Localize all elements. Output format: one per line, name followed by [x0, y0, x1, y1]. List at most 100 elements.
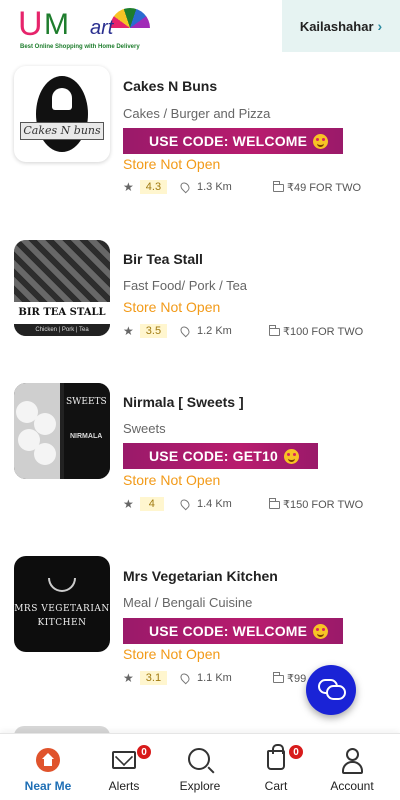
distance-value: 1.3 Km — [197, 181, 232, 193]
store-thumbnail[interactable]: MRS VEGETARIAN KITCHEN — [14, 556, 110, 652]
nav-label: Alerts — [108, 779, 140, 793]
distance: 1.2 Km — [178, 324, 232, 338]
price-value: ₹100 FOR TWO — [283, 326, 364, 338]
coupon-banner[interactable]: USE CODE: WELCOME — [123, 128, 343, 154]
sweets-photo — [14, 383, 60, 479]
star-icon: ★ — [123, 180, 134, 194]
location-pin-icon — [178, 324, 192, 338]
coupon-text: USE CODE: WELCOME — [149, 133, 308, 149]
location-label: Kailashahar — [299, 18, 374, 34]
rating-value: 3.1 — [139, 671, 168, 685]
distance-value: 1.1 Km — [197, 672, 232, 684]
home-icon — [36, 748, 60, 772]
thumb-sublabel: Chicken | Pork | Tea — [14, 324, 110, 336]
store-thumbnail[interactable]: BIR TEA STALL Chicken | Pork | Tea — [14, 240, 110, 336]
alerts-badge: 0 — [136, 744, 152, 760]
store-meta: ★ 3.5 1.2 Km ₹100 FOR TWO — [123, 324, 373, 342]
store-status: Store Not Open — [123, 156, 221, 172]
thumb-sublabel: KITCHEN — [37, 618, 87, 628]
store-category: Meal / Bengali Cuisine — [123, 595, 253, 610]
store-meta: ★ 4 1.4 Km ₹150 FOR TWO — [123, 497, 373, 515]
thumb-label: MRS VEGETARIAN — [14, 604, 110, 614]
food-photo — [14, 240, 110, 302]
star-struck-emoji-icon — [284, 448, 300, 464]
nav-account[interactable]: Account — [312, 734, 392, 800]
rating-value: 4 — [139, 497, 164, 511]
nav-label: Explore — [179, 779, 221, 793]
price: ₹150 FOR TWO — [269, 497, 364, 511]
coupon-banner[interactable]: USE CODE: WELCOME — [123, 618, 343, 644]
rating: ★ 3.1 — [123, 671, 168, 685]
thumb-label: SWEETS — [66, 397, 107, 407]
coupon-banner[interactable]: USE CODE: GET10 — [123, 443, 318, 469]
app-header: U M art Best Online Shopping with Home D… — [0, 0, 400, 58]
store-status: Store Not Open — [123, 472, 221, 488]
store-name[interactable]: Cakes N Buns — [123, 78, 217, 94]
store-name[interactable]: Nirmala [ Sweets ] — [123, 394, 244, 410]
shopping-bag-icon — [267, 744, 285, 770]
user-icon — [340, 748, 364, 774]
location-pin-icon — [178, 180, 192, 194]
umart-logo[interactable]: U M art Best Online Shopping with Home D… — [18, 6, 168, 52]
store-name[interactable]: Bir Tea Stall — [123, 251, 203, 267]
chat-bubble-icon — [326, 685, 346, 700]
star-struck-emoji-icon — [313, 623, 329, 639]
store-category: Sweets — [123, 421, 166, 436]
store-thumbnail[interactable]: SWEETS NIRMALA — [14, 383, 110, 479]
rating-value: 3.5 — [139, 324, 168, 338]
distance: 1.3 Km — [178, 180, 232, 194]
cupcake-icon — [52, 88, 72, 110]
rating-value: 4.3 — [139, 180, 168, 194]
star-struck-emoji-icon — [313, 133, 329, 149]
price-value: ₹150 FOR TWO — [283, 499, 364, 511]
store-status: Store Not Open — [123, 646, 221, 662]
store-meta: ★ 4.3 1.3 Km ₹49 FOR TWO — [123, 180, 373, 198]
logo-letter-m: M — [44, 8, 69, 41]
chat-button[interactable] — [306, 665, 356, 715]
nav-near-me[interactable]: Near Me — [8, 734, 88, 800]
rating: ★ 3.5 — [123, 324, 168, 338]
price: ₹49 FOR TWO — [273, 180, 361, 194]
chevron-right-icon: › — [377, 18, 383, 34]
wallet-icon — [273, 671, 284, 683]
store-category: Cakes / Burger and Pizza — [123, 106, 271, 121]
bowl-icon — [48, 578, 76, 592]
store-name[interactable]: Mrs Vegetarian Kitchen — [123, 568, 278, 584]
distance: 1.1 Km — [178, 671, 232, 685]
location-selector[interactable]: Kailashahar › — [282, 0, 400, 52]
distance-value: 1.2 Km — [197, 325, 232, 337]
rating: ★ 4.3 — [123, 180, 168, 194]
nav-label: Near Me — [24, 779, 72, 793]
store-thumbnail[interactable]: Cakes N buns — [14, 66, 110, 162]
bottom-navigation: Near Me 0 Alerts Explore 0 Cart Account — [0, 733, 400, 800]
wallet-icon — [273, 180, 284, 192]
thumb-sublabel: NIRMALA — [70, 433, 103, 440]
nav-label: Account — [330, 779, 374, 793]
wallet-icon — [269, 324, 280, 336]
cart-badge: 0 — [288, 744, 304, 760]
location-pin-icon — [178, 671, 192, 685]
nav-explore[interactable]: Explore — [160, 734, 240, 800]
thumb-label: Cakes N buns — [20, 122, 104, 140]
wallet-icon — [269, 497, 280, 509]
thumb-label: BIR TEA STALL — [14, 302, 110, 324]
location-pin-icon — [178, 497, 192, 511]
umbrella-icon — [110, 8, 150, 28]
star-icon: ★ — [123, 671, 134, 685]
star-icon: ★ — [123, 497, 134, 511]
nav-alerts[interactable]: 0 Alerts — [84, 734, 164, 800]
sweet-ball — [34, 443, 56, 465]
nav-cart[interactable]: 0 Cart — [236, 734, 316, 800]
price: ₹100 FOR TWO — [269, 324, 364, 338]
star-icon: ★ — [123, 324, 134, 338]
coupon-text: USE CODE: WELCOME — [149, 623, 308, 639]
logo-art-text: art — [90, 17, 114, 39]
search-icon — [188, 748, 210, 770]
nav-label: Cart — [264, 779, 288, 793]
logo-tagline: Best Online Shopping with Home Delivery — [20, 44, 140, 50]
price: ₹99 — [273, 671, 306, 685]
distance-value: 1.4 Km — [197, 498, 232, 510]
rating: ★ 4 — [123, 497, 164, 511]
logo-letter-u: U — [18, 5, 43, 43]
sweet-ball — [34, 413, 56, 435]
